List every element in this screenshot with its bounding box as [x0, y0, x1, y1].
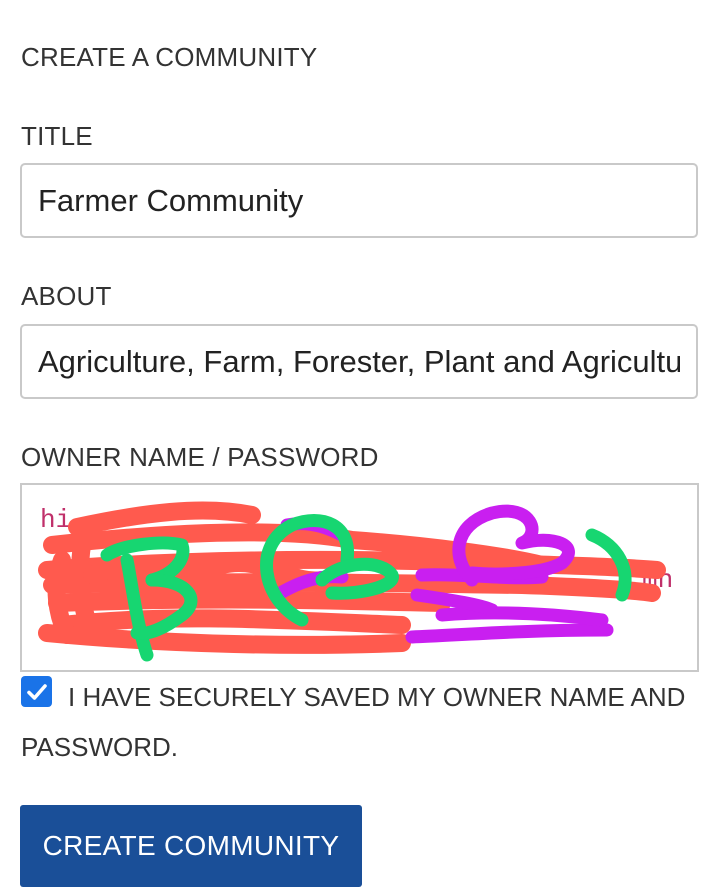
page-heading: CREATE A COMMUNITY	[21, 42, 318, 72]
confirm-text: I HAVE SECURELY SAVED MY OWNER NAME AND …	[21, 682, 686, 762]
create-community-button[interactable]: CREATE COMMUNITY	[20, 805, 362, 887]
redaction-scribble	[38, 501, 666, 662]
about-label: ABOUT	[21, 281, 112, 311]
about-input[interactable]	[20, 324, 698, 399]
owner-credentials-label: OWNER NAME / PASSWORD	[21, 442, 379, 472]
owner-credentials-box[interactable]: hi mn	[20, 483, 699, 672]
title-label: TITLE	[21, 121, 93, 151]
title-input[interactable]	[20, 163, 698, 238]
